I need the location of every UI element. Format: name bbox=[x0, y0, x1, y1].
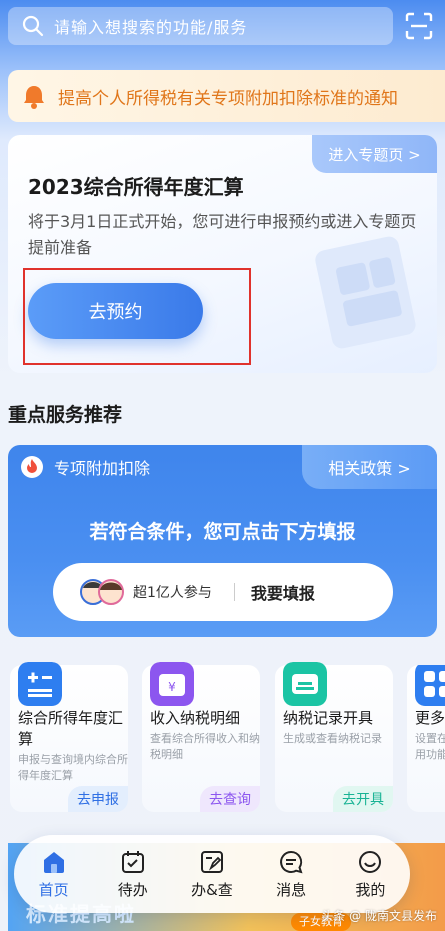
tab-label: 首页 bbox=[38, 880, 69, 899]
scan-icon[interactable] bbox=[405, 12, 433, 40]
service-tile-more[interactable]: 更多 设置在用功能 bbox=[407, 665, 445, 812]
tab-mine[interactable]: 我的 bbox=[337, 849, 403, 900]
calendar-check-icon bbox=[121, 850, 144, 873]
condition-text: 若符合条件，您可点击下方填报 bbox=[89, 521, 356, 543]
watermark: 头条 @ 陇南文县发布 bbox=[321, 909, 437, 923]
notice-bar[interactable]: 提高个人所得税有关专项附加扣除标准的通知 bbox=[8, 70, 445, 122]
bell-icon bbox=[24, 86, 44, 109]
tile-subtitle: 查看综合所得收入和纳税明细 bbox=[150, 732, 260, 761]
fill-report-button[interactable]: 我要填报 bbox=[251, 580, 315, 604]
tab-label: 消息 bbox=[276, 880, 307, 899]
tab-label: 待办 bbox=[117, 880, 148, 899]
avatars-icon bbox=[80, 579, 124, 605]
stamp-icon bbox=[283, 662, 327, 706]
home-icon bbox=[43, 851, 64, 873]
tab-label: 办&查 bbox=[191, 880, 233, 899]
highlight-box bbox=[23, 268, 251, 365]
tab-handle-query[interactable]: 办&查 bbox=[179, 849, 245, 900]
tile-subtitle: 设置在用功能 bbox=[415, 732, 445, 761]
divider bbox=[233, 583, 235, 601]
fill-report-bar[interactable]: 超1亿人参与 我要填报 bbox=[53, 563, 393, 621]
related-policy-link[interactable]: 相关政策 > bbox=[302, 445, 437, 489]
service-tile-income[interactable]: ¥ 收入纳税明细 查看综合所得收入和纳税明细 去查询 bbox=[142, 662, 260, 812]
section-title: 重点服务推荐 bbox=[8, 404, 123, 426]
tile-subtitle: 生成或查看纳税记录 bbox=[283, 732, 382, 745]
tile-subtitle: 申报与查询境内综合所得年度汇算 bbox=[18, 753, 128, 782]
service-tile-records[interactable]: 纳税记录开具 生成或查看纳税记录 去开具 bbox=[275, 662, 393, 812]
annual-settlement-card: 进入专题页 > 2023综合所得年度汇算 将于3月1日正式开始，您可进行申报预约… bbox=[8, 135, 437, 373]
calculator-icon bbox=[18, 662, 62, 706]
tile-title: 综合所得年度汇算 bbox=[18, 709, 124, 748]
service-tile-annual[interactable]: 综合所得年度汇算 申报与查询境内综合所得年度汇算 去申报 bbox=[10, 662, 128, 812]
flame-icon bbox=[21, 456, 43, 478]
topic-page-link[interactable]: 进入专题页 > bbox=[312, 135, 437, 173]
special-deduction-label: 专项附加扣除 bbox=[54, 459, 151, 478]
grid-icon bbox=[415, 665, 445, 706]
search-bar[interactable]: 请输入想搜索的功能/服务 bbox=[8, 7, 393, 45]
tile-title: 更多 bbox=[415, 709, 445, 727]
issue-button[interactable]: 去开具 bbox=[333, 786, 393, 812]
participants-count: 超1亿人参与 bbox=[133, 585, 212, 601]
svg-text:¥: ¥ bbox=[168, 680, 176, 694]
search-icon bbox=[22, 15, 44, 37]
tab-label: 我的 bbox=[355, 880, 386, 899]
tab-home[interactable]: 首页 bbox=[21, 849, 87, 900]
tile-title: 纳税记录开具 bbox=[283, 709, 374, 727]
tab-messages[interactable]: 消息 bbox=[258, 849, 324, 900]
document-illustration-icon bbox=[315, 236, 416, 349]
smile-icon bbox=[359, 850, 382, 873]
search-placeholder: 请输入想搜索的功能/服务 bbox=[54, 18, 248, 37]
tab-todo[interactable]: 待办 bbox=[100, 849, 166, 900]
special-deduction-header: 专项附加扣除 bbox=[20, 455, 150, 479]
query-button[interactable]: 去查询 bbox=[200, 786, 260, 812]
tile-title: 收入纳税明细 bbox=[150, 709, 241, 727]
notice-text: 提高个人所得税有关专项附加扣除标准的通知 bbox=[58, 88, 398, 109]
special-deduction-card: 专项附加扣除 相关政策 > 若符合条件，您可点击下方填报 超1亿人参与 我要填报 bbox=[8, 445, 437, 637]
file-report-button[interactable]: 去申报 bbox=[68, 786, 128, 812]
document-edit-icon bbox=[200, 850, 223, 873]
bottom-tab-bar: 首页 待办 办&查 消息 我的 bbox=[14, 835, 410, 913]
annual-card-title: 2023综合所得年度汇算 bbox=[28, 175, 244, 199]
message-icon bbox=[280, 850, 303, 873]
wallet-yen-icon: ¥ bbox=[150, 662, 194, 706]
